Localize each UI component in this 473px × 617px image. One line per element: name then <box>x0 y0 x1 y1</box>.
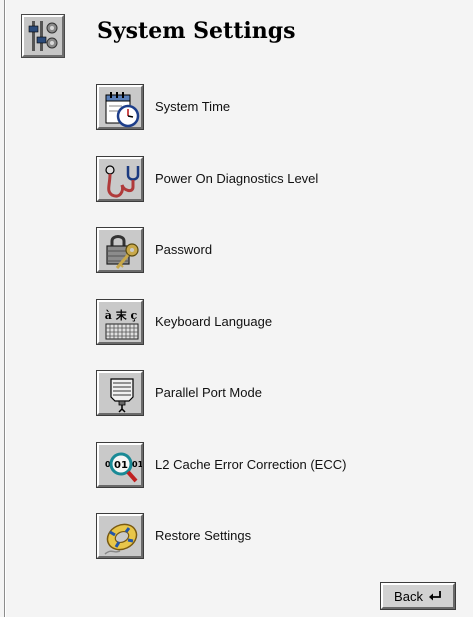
menu-item-label: L2 Cache Error Correction (ECC) <box>155 457 347 472</box>
menu-item-power-on-diagnostics[interactable]: Power On Diagnostics Level <box>96 156 437 202</box>
menu-item-password[interactable]: Password <box>96 227 437 273</box>
menu-item-restore-settings[interactable]: Restore Settings <box>96 513 437 559</box>
ecc-icon-text-right: 01 <box>132 460 142 469</box>
keyboard-icon-glyphs: à 末 ç <box>105 308 138 322</box>
menu-item-l2-cache-ecc[interactable]: 0 01 01 L2 Cache Error Correction (ECC) <box>96 442 437 488</box>
menu-item-keyboard-language[interactable]: à 末 ç Keyboard Language <box>96 299 437 345</box>
page-title: System Settings <box>97 18 296 44</box>
back-button-label: Back <box>394 588 423 604</box>
menu-button-system-time[interactable] <box>96 84 144 130</box>
enter-arrow-icon <box>428 591 441 601</box>
settings-sliders-icon <box>21 14 65 58</box>
menu-item-label: Power On Diagnostics Level <box>155 171 319 186</box>
back-button[interactable]: Back <box>380 582 456 610</box>
menu-button-keyboard-language[interactable]: à 末 ç <box>96 299 144 345</box>
life-ring-icon <box>104 523 138 555</box>
menu-item-label: Password <box>155 242 213 257</box>
magnifier-binary-icon: 0 01 01 <box>105 452 142 483</box>
menu-button-parallel-port-mode[interactable] <box>96 370 144 416</box>
menu-item-label: Restore Settings <box>155 528 252 543</box>
menu-item-label: Parallel Port Mode <box>155 385 262 400</box>
keyboard-icon: à 末 ç <box>105 308 139 340</box>
clock-calendar-icon <box>105 92 140 128</box>
menu-item-parallel-port-mode[interactable]: Parallel Port Mode <box>96 370 437 416</box>
key-lock-icon <box>106 235 139 269</box>
parallel-port-icon <box>110 378 134 413</box>
menu-button-power-on-diagnostics[interactable] <box>96 156 144 202</box>
stethoscope-icon <box>105 165 140 198</box>
left-border-highlight <box>5 0 6 617</box>
menu-item-label: Keyboard Language <box>155 314 273 329</box>
menu-item-label: System Time <box>155 99 231 114</box>
menu-item-system-time[interactable]: System Time <box>96 84 437 130</box>
menu-button-l2-cache-ecc[interactable]: 0 01 01 <box>96 442 144 488</box>
ecc-icon-text-center: 01 <box>114 460 128 471</box>
menu-button-password[interactable] <box>96 227 144 273</box>
menu-button-restore-settings[interactable] <box>96 513 144 559</box>
